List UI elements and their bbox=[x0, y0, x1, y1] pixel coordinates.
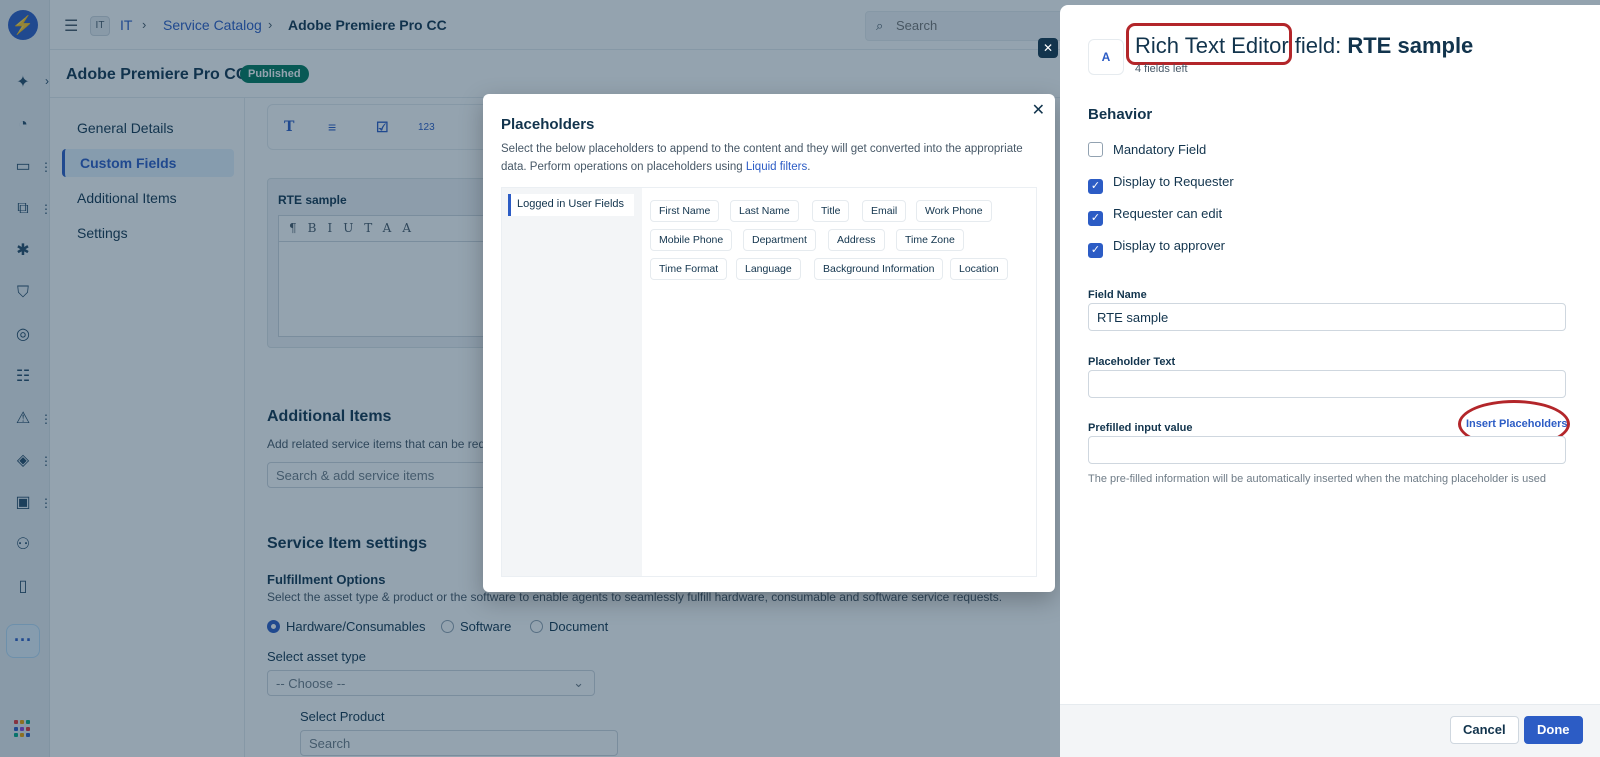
placeholder-chip[interactable]: Time Format bbox=[650, 258, 728, 280]
placeholder-chip[interactable]: Title bbox=[812, 200, 850, 222]
display-to-requester-checkbox[interactable]: ✓ Display to Requester bbox=[1088, 174, 1234, 194]
placeholder-chip[interactable]: Email bbox=[862, 200, 907, 222]
placeholders-modal: ✕ Placeholders Select the below placehol… bbox=[483, 94, 1055, 592]
placeholder-chip[interactable]: Last Name bbox=[730, 200, 799, 222]
field-name-title: RTE sample bbox=[1347, 33, 1474, 58]
behavior-title: Behavior bbox=[1088, 106, 1153, 123]
checkbox-checked-icon: ✓ bbox=[1088, 243, 1103, 258]
placeholder-chip[interactable]: Location bbox=[950, 258, 1008, 280]
prefilled-value-label: Prefilled input value bbox=[1088, 422, 1193, 434]
display-to-approver-checkbox[interactable]: ✓ Display to approver bbox=[1088, 238, 1225, 258]
placeholder-text-label: Placeholder Text bbox=[1088, 356, 1176, 368]
tab-logged-in-user-fields[interactable]: Logged in User Fields bbox=[508, 194, 634, 216]
placeholder-browser: Logged in User Fields First Name Last Na… bbox=[501, 187, 1037, 577]
modal-title: Placeholders bbox=[501, 116, 595, 133]
checkbox-label: Display to Requester bbox=[1113, 174, 1234, 189]
prefilled-help-text: The pre-filled information will be autom… bbox=[1088, 473, 1546, 485]
close-panel-icon[interactable]: ✕ bbox=[1038, 38, 1058, 58]
checkbox-label: Mandatory Field bbox=[1113, 142, 1207, 157]
rich-text-icon: A bbox=[1088, 39, 1124, 75]
done-button[interactable]: Done bbox=[1524, 716, 1583, 744]
placeholder-chip[interactable]: Language bbox=[736, 258, 801, 280]
field-settings-panel: A Rich Text Editor field: RTE sample 4 f… bbox=[1060, 5, 1600, 757]
liquid-filters-link[interactable]: Liquid filters bbox=[746, 161, 807, 173]
checkbox-checked-icon: ✓ bbox=[1088, 179, 1103, 194]
checkbox-unchecked-icon bbox=[1088, 142, 1103, 157]
panel-footer: Cancel Done bbox=[1060, 704, 1600, 757]
placeholder-chip[interactable]: Mobile Phone bbox=[650, 229, 733, 251]
mandatory-field-checkbox[interactable]: Mandatory Field bbox=[1088, 142, 1206, 157]
fields-left-count: 4 fields left bbox=[1135, 63, 1188, 75]
placeholder-chip[interactable]: First Name bbox=[650, 200, 720, 222]
modal-description-end: . bbox=[807, 161, 811, 173]
field-name-input[interactable] bbox=[1088, 303, 1566, 331]
prefilled-value-input[interactable] bbox=[1088, 436, 1566, 464]
placeholder-text-input[interactable] bbox=[1088, 370, 1566, 398]
panel-title-mid: field: bbox=[1288, 33, 1348, 58]
placeholder-chip[interactable]: Address bbox=[828, 229, 885, 251]
close-icon[interactable]: ✕ bbox=[1032, 100, 1045, 120]
checkbox-checked-icon: ✓ bbox=[1088, 211, 1103, 226]
requester-can-edit-checkbox[interactable]: ✓ Requester can edit bbox=[1088, 206, 1222, 226]
checkbox-label: Requester can edit bbox=[1113, 206, 1223, 221]
cancel-button[interactable]: Cancel bbox=[1450, 716, 1519, 744]
placeholder-chip[interactable]: Department bbox=[743, 229, 816, 251]
annotation-highlight-box bbox=[1126, 23, 1292, 65]
checkbox-label: Display to approver bbox=[1113, 238, 1225, 253]
placeholder-chip[interactable]: Time Zone bbox=[896, 229, 964, 251]
placeholder-categories: Logged in User Fields bbox=[502, 188, 642, 576]
placeholder-chip[interactable]: Background Information bbox=[814, 258, 944, 280]
modal-description: Select the below placeholders to append … bbox=[501, 140, 1031, 176]
placeholder-chip[interactable]: Work Phone bbox=[916, 200, 992, 222]
field-name-label: Field Name bbox=[1088, 289, 1147, 301]
